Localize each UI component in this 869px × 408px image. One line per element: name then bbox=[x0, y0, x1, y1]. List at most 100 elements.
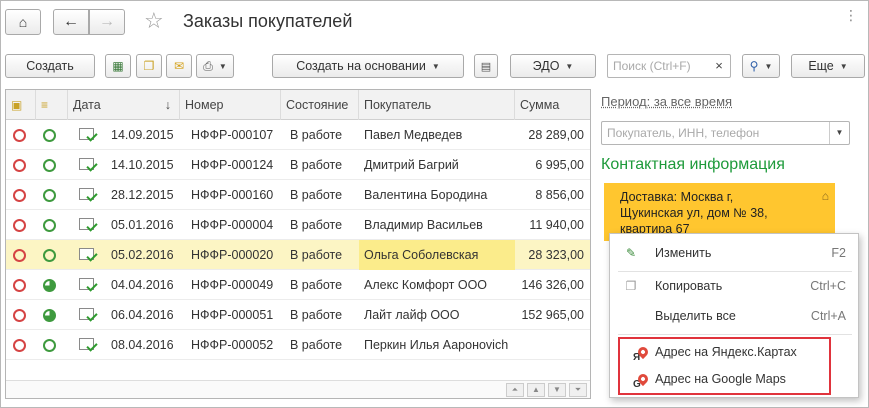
table-row[interactable]: 06.04.2016 НФФР-000051 В работе Лайт лайф О… bbox=[6, 300, 590, 330]
column-date[interactable]: Дата ↓ bbox=[68, 90, 180, 120]
unshipped-status-icon bbox=[13, 249, 26, 262]
cell-buyer: Алекс Комфорт ООО bbox=[364, 278, 488, 292]
menu-item-label: Выделить все bbox=[655, 309, 736, 323]
cell-buyer: Павел Медведев bbox=[364, 128, 463, 142]
unshipped-status-icon bbox=[13, 129, 26, 142]
cell-sum bbox=[515, 330, 590, 360]
menu-item-shortcut: Ctrl+C bbox=[810, 279, 846, 293]
more-label: Еще bbox=[808, 59, 834, 73]
cell-number: НФФР-000124 bbox=[191, 158, 274, 172]
column-number[interactable]: Номер bbox=[180, 90, 281, 120]
cell-state: В работе bbox=[290, 338, 343, 352]
period-link[interactable]: Период: за все время bbox=[601, 94, 732, 109]
chevron-down-icon[interactable]: ▼ bbox=[829, 122, 849, 144]
search-input[interactable]: Поиск (Ctrl+F) × bbox=[607, 54, 731, 78]
table-row[interactable]: 08.04.2016 НФФР-000052 В работе Перкин Илья… bbox=[6, 330, 590, 360]
arrow-right-icon: → bbox=[99, 13, 115, 30]
cell-number: НФФР-000020 bbox=[191, 248, 274, 262]
menu-item-select-all[interactable]: Выделить все Ctrl+A bbox=[610, 304, 860, 328]
search-placeholder: Поиск (Ctrl+F) bbox=[613, 59, 691, 73]
buyer-filter-placeholder: Покупатель, ИНН, телефон bbox=[607, 126, 760, 140]
scroll-up-icon[interactable]: ▲ bbox=[527, 383, 545, 397]
spreadsheet-add-icon: ▦ bbox=[112, 59, 124, 73]
column-status-icon-1[interactable]: ▣ bbox=[6, 90, 36, 120]
clear-search-icon[interactable]: × bbox=[709, 56, 729, 76]
envelope-icon: ✉ bbox=[173, 59, 185, 73]
chevron-down-icon: ▼ bbox=[764, 61, 773, 71]
print-button[interactable]: ⎙ ▼ bbox=[196, 54, 234, 78]
table-row[interactable]: 05.01.2016 НФФР-000004 В работе Владимир Ва… bbox=[6, 210, 590, 240]
posted-document-icon bbox=[79, 308, 94, 320]
arrow-left-icon: ← bbox=[63, 13, 79, 30]
cell-sum: 11 940,00 bbox=[529, 218, 584, 232]
cell-state: В работе bbox=[290, 248, 343, 262]
coins-icon: ≡ bbox=[41, 98, 49, 112]
column-buyer[interactable]: Покупатель bbox=[359, 90, 515, 120]
pencil-icon: ✎ bbox=[625, 246, 637, 260]
cell-date: 04.04.2016 bbox=[111, 278, 174, 292]
favorite-star-icon[interactable]: ☆ bbox=[144, 8, 164, 34]
search-icon: ⚲ bbox=[749, 59, 759, 73]
window-frame: ⌂ ← → ☆ Заказы покупателей ⋮ Создать ▦ ❐… bbox=[0, 0, 869, 408]
copy-document-button[interactable]: ❐ bbox=[136, 54, 162, 78]
scroll-first-icon[interactable]: ⏶ bbox=[506, 383, 524, 397]
create-button[interactable]: Создать bbox=[5, 54, 95, 78]
cell-buyer: Дмитрий Багрий bbox=[364, 158, 459, 172]
search-options-button[interactable]: ⚲ ▼ bbox=[742, 54, 780, 78]
scroll-last-icon[interactable]: ⏷ bbox=[569, 383, 587, 397]
column-state[interactable]: Состояние bbox=[281, 90, 359, 120]
payment-status-icon bbox=[43, 339, 56, 352]
table-row[interactable]: 04.04.2016 НФФР-000049 В работе Алекс Комфо… bbox=[6, 270, 590, 300]
cell-number: НФФР-000052 bbox=[191, 338, 274, 352]
edo-label: ЭДО bbox=[532, 59, 560, 73]
column-sum[interactable]: Сумма bbox=[515, 90, 590, 120]
cell-buyer: Лайт лайф ООО bbox=[364, 308, 460, 322]
payment-status-icon bbox=[43, 129, 56, 142]
chevron-down-icon: ▼ bbox=[431, 61, 440, 71]
cell-date: 06.04.2016 bbox=[111, 308, 174, 322]
report-document-icon: ▤ bbox=[480, 60, 492, 73]
posted-document-icon bbox=[79, 188, 94, 200]
buyer-filter-input[interactable]: Покупатель, ИНН, телефон ▼ bbox=[601, 121, 850, 145]
create-based-label: Создать на основании bbox=[296, 59, 426, 73]
menu-item-edit[interactable]: ✎ Изменить F2 bbox=[610, 241, 860, 265]
more-button[interactable]: Еще ▼ bbox=[791, 54, 865, 78]
edo-button[interactable]: ЭДО ▼ bbox=[510, 54, 596, 78]
posted-document-icon bbox=[79, 218, 94, 230]
table-row[interactable]: 05.02.2016 НФФР-000020 В работе Ольга Собол… bbox=[6, 240, 590, 270]
cell-number: НФФР-000004 bbox=[191, 218, 274, 232]
cell-state: В работе bbox=[290, 128, 343, 142]
posted-document-icon bbox=[79, 128, 94, 140]
cell-sum: 146 326,00 bbox=[521, 278, 584, 292]
payment-status-icon bbox=[43, 189, 56, 202]
cell-buyer: Ольга Соболевская bbox=[359, 240, 515, 270]
create-based-button[interactable]: Создать на основании ▼ bbox=[272, 54, 464, 78]
orders-table: ▣ ≡ Дата ↓ Номер Состояние Покупатель Су… bbox=[5, 89, 591, 399]
table-row[interactable]: 14.10.2015 НФФР-000124 В работе Дмитрий Баг… bbox=[6, 150, 590, 180]
posted-document-icon bbox=[79, 158, 94, 170]
column-status-icon-2[interactable]: ≡ bbox=[36, 90, 68, 120]
table-row[interactable]: 14.09.2015 НФФР-000107 В работе Павел Медве… bbox=[6, 120, 590, 150]
table-header: ▣ ≡ Дата ↓ Номер Состояние Покупатель Су… bbox=[6, 90, 590, 120]
home-icon: ⌂ bbox=[821, 189, 829, 203]
menu-item-copy[interactable]: ❐ Копировать Ctrl+C bbox=[610, 274, 860, 298]
posted-document-icon bbox=[79, 248, 94, 260]
more-window-actions-icon[interactable]: ⋮ bbox=[844, 7, 858, 24]
home-button[interactable]: ⌂ bbox=[5, 9, 41, 35]
email-button[interactable]: ✉ bbox=[166, 54, 192, 78]
box-icon: ▣ bbox=[11, 98, 23, 112]
posted-document-icon bbox=[79, 278, 94, 290]
page-title: Заказы покупателей bbox=[183, 11, 353, 31]
cell-date: 14.09.2015 bbox=[111, 128, 174, 142]
scroll-down-icon[interactable]: ▼ bbox=[548, 383, 566, 397]
new-document-button[interactable]: ▦ bbox=[105, 54, 131, 78]
address-line-2: Щукинская ул, дом № 38, bbox=[620, 206, 768, 220]
report-button[interactable]: ▤ bbox=[474, 54, 498, 78]
unshipped-status-icon bbox=[13, 219, 26, 232]
unshipped-status-icon bbox=[13, 279, 26, 292]
back-button[interactable]: ← bbox=[53, 9, 89, 35]
table-scrollbar[interactable]: ⏶ ▲ ▼ ⏷ bbox=[6, 380, 590, 398]
table-row[interactable]: 28.12.2015 НФФР-000160 В работе Валентина Б… bbox=[6, 180, 590, 210]
forward-button[interactable]: → bbox=[89, 9, 125, 35]
cell-number: НФФР-000051 bbox=[191, 308, 274, 322]
